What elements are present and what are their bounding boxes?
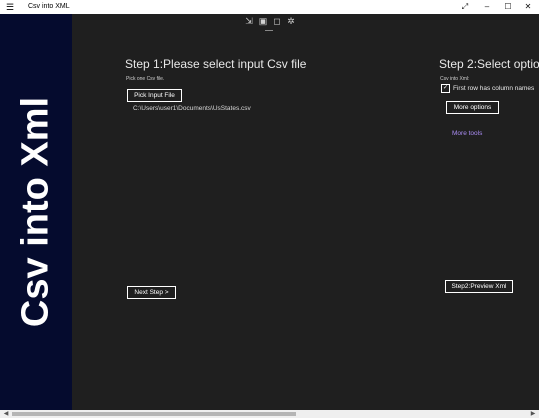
scroll-left-icon[interactable]: ◀ xyxy=(2,410,10,418)
more-options-button[interactable]: More options xyxy=(446,101,499,114)
maximize-button[interactable]: ☐ xyxy=(497,0,519,14)
scroll-thumb[interactable] xyxy=(12,412,296,416)
window-title: Csv into XML xyxy=(28,3,70,10)
file-path-text: C:\Users\user1\Documents\UsStates.csv xyxy=(133,105,251,112)
first-row-option[interactable]: ✓ First row has column names xyxy=(441,84,534,93)
pick-input-file-button[interactable]: Pick Input File xyxy=(127,89,182,102)
sidebar-title: Csv into Xml xyxy=(14,96,57,328)
step1-hint: Pick one Csv file. xyxy=(126,76,165,82)
close-button[interactable]: ✕ xyxy=(517,0,539,14)
frame-icon[interactable]: ◻ xyxy=(271,15,283,27)
horizontal-scrollbar[interactable]: ◀ ▶ xyxy=(0,410,539,418)
first-row-checkbox[interactable]: ✓ xyxy=(441,84,450,93)
title-bar: ☰ Csv into XML ⤢ – ☐ ✕ xyxy=(0,0,539,14)
step2-heading: Step 2:Select optio xyxy=(439,57,539,71)
export-icon[interactable]: ⇲ xyxy=(243,15,255,27)
minimize-button[interactable]: – xyxy=(476,0,498,14)
main-stage: Csv into Xml ⇲ ▣ ◻ ✲ Step 1:Please selec… xyxy=(0,14,539,410)
step2-subtitle: Csv into Xml: xyxy=(440,76,470,82)
fullscreen-icon[interactable]: ⤢ xyxy=(454,0,476,14)
scroll-right-icon[interactable]: ▶ xyxy=(529,410,537,418)
first-row-label: First row has column names xyxy=(453,85,535,92)
next-step-button[interactable]: Next Step > xyxy=(127,286,176,299)
preview-xml-button[interactable]: Step2:Preview Xml xyxy=(445,280,513,293)
hamburger-menu-icon[interactable]: ☰ xyxy=(6,2,16,12)
toolbar-icons: ⇲ ▣ ◻ ✲ xyxy=(243,15,297,31)
more-tools-link[interactable]: More tools xyxy=(452,130,482,137)
sidebar-banner: Csv into Xml xyxy=(0,14,72,410)
active-indicator xyxy=(265,30,273,31)
bug-icon[interactable]: ✲ xyxy=(285,15,297,27)
step1-heading: Step 1:Please select input Csv file xyxy=(125,57,307,71)
chat-icon[interactable]: ▣ xyxy=(257,15,269,27)
